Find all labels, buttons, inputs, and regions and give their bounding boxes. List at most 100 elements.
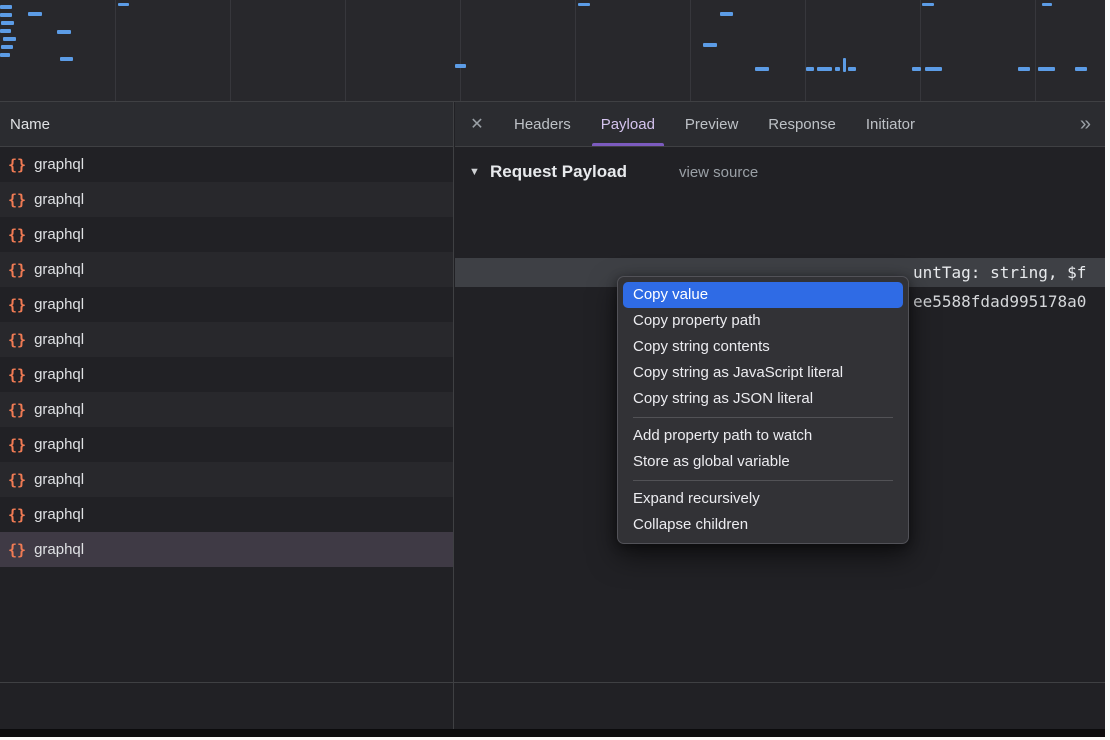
braces-icon: {}: [8, 296, 26, 314]
braces-icon: {}: [8, 506, 26, 524]
timeline-activity-bar: [57, 30, 71, 34]
braces-icon: {}: [8, 331, 26, 349]
timeline-activity-bar: [720, 12, 733, 16]
menu-item-copy-value[interactable]: Copy value: [623, 282, 903, 308]
timeline-activity-bar: [843, 58, 846, 72]
menu-separator: [633, 480, 893, 481]
section-collapse-triangle-icon[interactable]: ▼: [469, 166, 487, 178]
context-menu: Copy valueCopy property pathCopy string …: [617, 276, 909, 544]
request-row[interactable]: {}graphql: [0, 252, 453, 287]
menu-item-copy-string-as-javascript-literal[interactable]: Copy string as JavaScript literal: [623, 360, 903, 386]
timeline-activity-bar: [703, 43, 717, 47]
timeline-activity-bar: [0, 5, 12, 9]
timeline-gridline: [805, 0, 806, 101]
timeline-activity-bar: [817, 67, 832, 71]
timeline-gridline: [460, 0, 461, 101]
tabs: HeadersPayloadPreviewResponseInitiator: [499, 102, 930, 146]
timeline-activity-bar: [925, 67, 942, 71]
timeline-gridline: [230, 0, 231, 101]
tab-preview[interactable]: Preview: [670, 102, 753, 146]
request-row[interactable]: {}graphql: [0, 427, 453, 462]
timeline-activity-bar: [1018, 67, 1030, 71]
payload-root-row[interactable]: ▼ {operationName: "ipFlowTimeseries", va…: [455, 200, 1105, 229]
timeline-gridline: [345, 0, 346, 101]
tab-payload[interactable]: Payload: [586, 102, 670, 146]
timeline-activity-bar: [1042, 3, 1052, 6]
request-row[interactable]: {} graphql: [0, 357, 453, 392]
braces-icon: {}: [8, 366, 26, 384]
property-value-right: untTag: string, $f: [913, 258, 1086, 287]
tab-response[interactable]: Response: [753, 102, 851, 146]
payload-section-header: ▼ Request Payload view source: [469, 162, 758, 182]
request-name: graphql: [34, 401, 84, 418]
request-row[interactable]: {} graphql: [0, 322, 453, 357]
request-name: graphql: [34, 366, 84, 383]
close-icon[interactable]: ✕: [455, 114, 499, 134]
braces-icon: {}: [8, 156, 26, 174]
timeline-activity-bar: [0, 13, 12, 17]
tab-initiator[interactable]: Initiator: [851, 102, 930, 146]
menu-item-copy-string-contents[interactable]: Copy string contents: [623, 334, 903, 360]
name-column-label: Name: [10, 116, 50, 133]
timeline-activity-bar: [806, 67, 814, 71]
property-value-right: ee5588fdad995178a0: [913, 287, 1086, 316]
request-name: graphql: [34, 226, 84, 243]
request-name: graphql: [34, 331, 84, 348]
menu-item-add-property-path-to-watch[interactable]: Add property path to watch: [623, 423, 903, 449]
request-name: graphql: [34, 296, 84, 313]
request-row[interactable]: {} graphql: [0, 287, 453, 322]
timeline-activity-bar: [1038, 67, 1055, 71]
timeline-activity-bar: [118, 3, 129, 6]
payload-section-title: Request Payload: [490, 162, 627, 182]
timeline-gridline: [1035, 0, 1036, 101]
request-name: graphql: [34, 156, 84, 173]
request-row[interactable]: {} graphql: [0, 182, 453, 217]
tab-headers[interactable]: Headers: [499, 102, 586, 146]
request-name: graphql: [34, 191, 84, 208]
braces-icon: {}: [8, 191, 26, 209]
request-row[interactable]: {} graphql: [0, 532, 453, 567]
menu-item-store-as-global-variable[interactable]: Store as global variable: [623, 449, 903, 475]
request-name: graphql: [34, 471, 84, 488]
menu-item-copy-string-as-json-literal[interactable]: Copy string as JSON literal: [623, 386, 903, 412]
network-overview-timeline[interactable]: [0, 0, 1105, 102]
operation-name-row[interactable]: operationName: "ipFlowTimeseries": [455, 229, 1105, 258]
braces-icon: {}: [8, 471, 26, 489]
view-source-link[interactable]: view source: [679, 164, 758, 181]
menu-item-collapse-children[interactable]: Collapse children: [623, 512, 903, 538]
bottom-bar: [0, 729, 1105, 737]
menu-separator: [633, 417, 893, 418]
more-tabs-icon[interactable]: »: [1080, 113, 1105, 136]
timeline-activity-bar: [3, 37, 16, 41]
timeline-activity-bar: [912, 67, 921, 71]
request-row[interactable]: {} graphql: [0, 147, 453, 182]
request-row[interactable]: {} graphql: [0, 392, 453, 427]
timeline-activity-bar: [0, 53, 10, 57]
menu-item-copy-property-path[interactable]: Copy property path: [623, 308, 903, 334]
braces-icon: {}: [8, 541, 26, 559]
timeline-activity-bar: [755, 67, 769, 71]
timeline-gridline: [690, 0, 691, 101]
timeline-activity-bar: [835, 67, 840, 71]
braces-icon: {}: [8, 226, 26, 244]
request-name: graphql: [34, 541, 84, 558]
timeline-activity-bar: [1, 45, 13, 49]
timeline-activity-bar: [578, 3, 590, 6]
timeline-gridline: [920, 0, 921, 101]
request-list: {} graphql {} graphql {} graphql {} graphql {} gr…: [0, 147, 453, 567]
menu-item-expand-recursively[interactable]: Expand recursively: [623, 486, 903, 512]
timeline-activity-bar: [60, 57, 73, 61]
name-column-header[interactable]: Name: [0, 102, 453, 147]
request-row[interactable]: {} graphql: [0, 462, 453, 497]
timeline-activity-bar: [848, 67, 856, 71]
request-name: graphql: [34, 436, 84, 453]
panel-footer-divider: [0, 682, 1105, 683]
braces-icon: {}: [8, 401, 26, 419]
request-row[interactable]: {}graphql: [0, 497, 453, 532]
timeline-activity-bar: [0, 29, 11, 33]
timeline-activity-bar: [1075, 67, 1087, 71]
details-tab-bar: ✕ HeadersPayloadPreviewResponseInitiator…: [455, 102, 1105, 147]
devtools-network-panel: Name {}graphql{}graphql{}graphql{}graphq…: [0, 0, 1105, 737]
braces-icon: {}: [8, 261, 26, 279]
request-row[interactable]: {} graphql: [0, 217, 453, 252]
